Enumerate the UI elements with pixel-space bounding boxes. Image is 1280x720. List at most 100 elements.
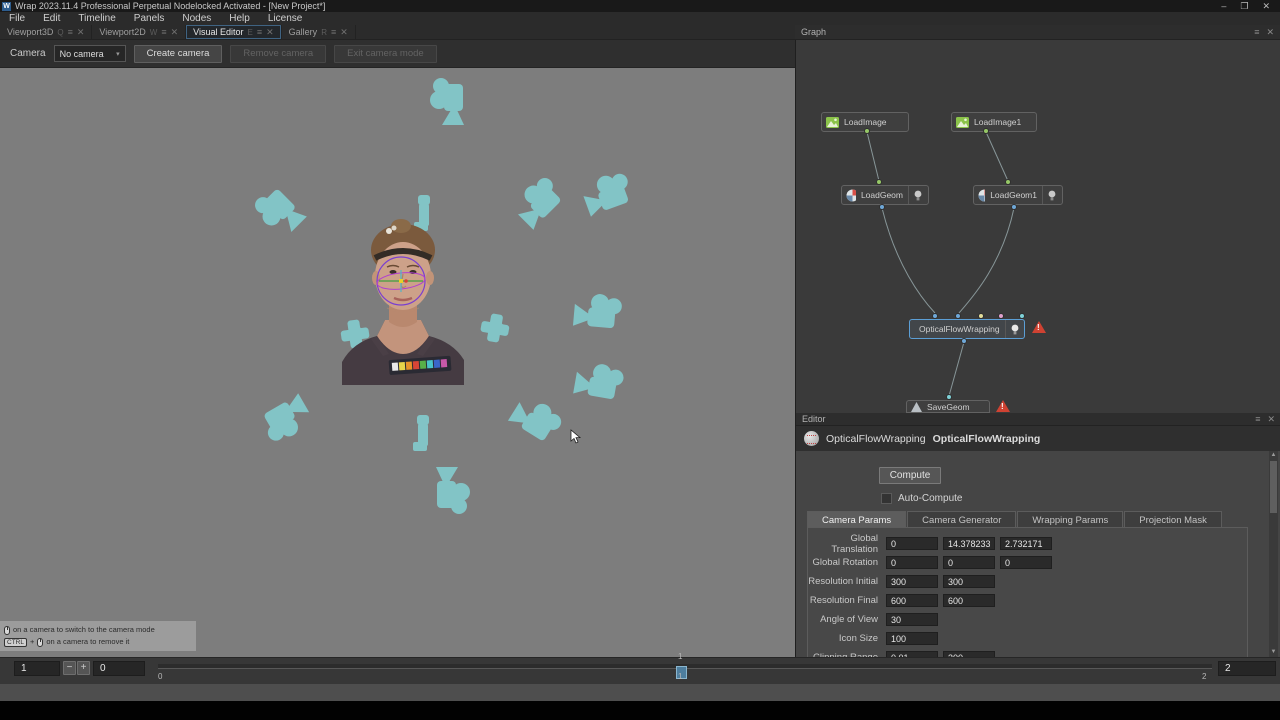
menu-panels[interactable]: Panels	[125, 12, 174, 25]
tab-close-icon[interactable]: ✕	[266, 27, 274, 38]
editor-content: Compute Auto-Compute Camera Params Camer…	[796, 451, 1280, 657]
tab-menu-icon[interactable]: ≡	[257, 27, 262, 37]
menu-nodes[interactable]: Nodes	[173, 12, 220, 25]
menu-license[interactable]: License	[259, 12, 311, 25]
input-port[interactable]	[955, 313, 961, 319]
tab-menu-icon[interactable]: ≡	[68, 27, 73, 37]
output-port[interactable]	[983, 128, 989, 134]
frame-offset-input[interactable]	[93, 661, 145, 676]
output-port[interactable]	[1011, 204, 1017, 210]
menu-edit[interactable]: Edit	[34, 12, 69, 25]
tab-gallery[interactable]: Gallery R ≡ ✕	[282, 25, 356, 39]
camera-icon[interactable]	[430, 78, 464, 125]
node-loadimage1[interactable]: LoadImage1	[951, 112, 1037, 132]
timeline-bar: − + 1 0 1 2	[0, 657, 1280, 684]
input-port[interactable]	[946, 394, 952, 400]
panel-close-icon[interactable]: ✕	[1267, 414, 1275, 425]
input-port[interactable]	[978, 313, 984, 319]
viewport-3d-canvas[interactable]: on a camera to switch to the camera mode…	[0, 68, 795, 657]
timeline-track[interactable]	[158, 664, 1212, 669]
graph-panel-header: Graph ≡ ✕	[795, 25, 1280, 40]
tab-label: Visual Editor	[193, 27, 243, 37]
panel-close-icon[interactable]: ✕	[1266, 27, 1274, 38]
camera-icon[interactable]	[508, 392, 566, 446]
camera-icon[interactable]	[573, 292, 623, 330]
maximize-button[interactable]: ❐	[1240, 0, 1248, 12]
camera-icon[interactable]	[250, 183, 307, 240]
tab-viewport3d[interactable]: Viewport3D Q ≡ ✕	[0, 25, 92, 39]
node-visibility-bulb-icon[interactable]	[908, 186, 922, 204]
camera-icon[interactable]	[436, 467, 470, 514]
output-port[interactable]	[864, 128, 870, 134]
camera-icon[interactable]	[509, 173, 566, 230]
param-field[interactable]	[943, 537, 995, 550]
node-loadgeom[interactable]: LoadGeom	[841, 185, 929, 205]
param-field[interactable]	[1000, 556, 1052, 569]
camera-icon[interactable]	[257, 393, 315, 446]
scroll-down-icon[interactable]: ▼	[1269, 648, 1278, 657]
node-visibility-bulb-icon[interactable]	[1042, 186, 1056, 204]
geometry-icon	[978, 189, 985, 202]
panel-menu-icon[interactable]: ≡	[1254, 27, 1259, 38]
tab-viewport2d[interactable]: Viewport2D W ≡ ✕	[92, 25, 186, 39]
close-button[interactable]: ✕	[1262, 0, 1270, 12]
frame-value-input[interactable]	[14, 661, 60, 676]
param-field[interactable]	[886, 594, 938, 607]
panel-menu-icon[interactable]: ≡	[1255, 414, 1260, 425]
input-port[interactable]	[1005, 179, 1011, 185]
param-field[interactable]	[943, 575, 995, 588]
remove-camera-button[interactable]: Remove camera	[230, 45, 326, 63]
output-port[interactable]	[961, 338, 967, 344]
input-port[interactable]	[1019, 313, 1025, 319]
range-end-input[interactable]	[1218, 661, 1276, 676]
hint-line2: on a camera to remove it	[46, 636, 129, 648]
node-opticalflowwrapping[interactable]: OpticalFlowWrapping	[909, 319, 1025, 339]
node-graph-panel[interactable]: LoadImage LoadImage1 LoadGeom	[795, 40, 1280, 413]
param-field[interactable]	[886, 556, 938, 569]
compute-button[interactable]: Compute	[879, 467, 941, 484]
mouse-click-icon	[4, 626, 10, 635]
param-field[interactable]	[1000, 537, 1052, 550]
create-camera-button[interactable]: Create camera	[134, 45, 223, 63]
output-port[interactable]	[879, 204, 885, 210]
head-scan-model[interactable]	[342, 219, 464, 385]
param-field[interactable]	[886, 575, 938, 588]
param-field[interactable]	[943, 594, 995, 607]
scrollbar-thumb[interactable]	[1270, 461, 1277, 513]
camera-icon[interactable]	[479, 312, 511, 344]
editor-scrollbar[interactable]: ▲ ▼	[1269, 451, 1278, 657]
auto-compute-checkbox[interactable]	[881, 493, 892, 504]
camera-dropdown[interactable]: No camera ▾	[54, 45, 126, 62]
input-port[interactable]	[876, 179, 882, 185]
status-bar	[0, 684, 1280, 701]
menu-timeline[interactable]: Timeline	[69, 12, 124, 25]
camera-icon[interactable]	[414, 195, 430, 231]
param-field[interactable]	[886, 632, 938, 645]
scroll-up-icon[interactable]: ▲	[1269, 451, 1278, 460]
camera-icon[interactable]	[413, 415, 429, 451]
node-savegeom[interactable]: SaveGeom	[906, 400, 990, 413]
graph-panel-title: Graph	[801, 27, 826, 37]
menu-file[interactable]: File	[0, 12, 34, 25]
frame-decrement-button[interactable]: −	[63, 661, 76, 675]
tab-visual-editor[interactable]: Visual Editor E ≡ ✕	[186, 25, 282, 39]
input-port[interactable]	[998, 313, 1004, 319]
param-field[interactable]	[886, 537, 938, 550]
input-port[interactable]	[932, 313, 938, 319]
tab-close-icon[interactable]: ✕	[340, 27, 348, 38]
minimize-button[interactable]: –	[1221, 0, 1226, 12]
menu-help[interactable]: Help	[220, 12, 259, 25]
node-visibility-bulb-icon[interactable]	[1005, 320, 1019, 338]
tab-close-icon[interactable]: ✕	[77, 27, 85, 38]
camera-icon[interactable]	[573, 360, 625, 402]
param-field[interactable]	[943, 556, 995, 569]
param-field[interactable]	[886, 613, 938, 626]
tab-menu-icon[interactable]: ≡	[161, 27, 166, 37]
mouse-cursor	[571, 430, 580, 443]
frame-increment-button[interactable]: +	[77, 661, 90, 675]
node-loadgeom1[interactable]: LoadGeom1	[973, 185, 1063, 205]
tab-close-icon[interactable]: ✕	[171, 27, 179, 38]
camera-icon[interactable]	[579, 169, 635, 217]
tab-menu-icon[interactable]: ≡	[331, 27, 336, 37]
exit-camera-mode-button[interactable]: Exit camera mode	[334, 45, 437, 63]
